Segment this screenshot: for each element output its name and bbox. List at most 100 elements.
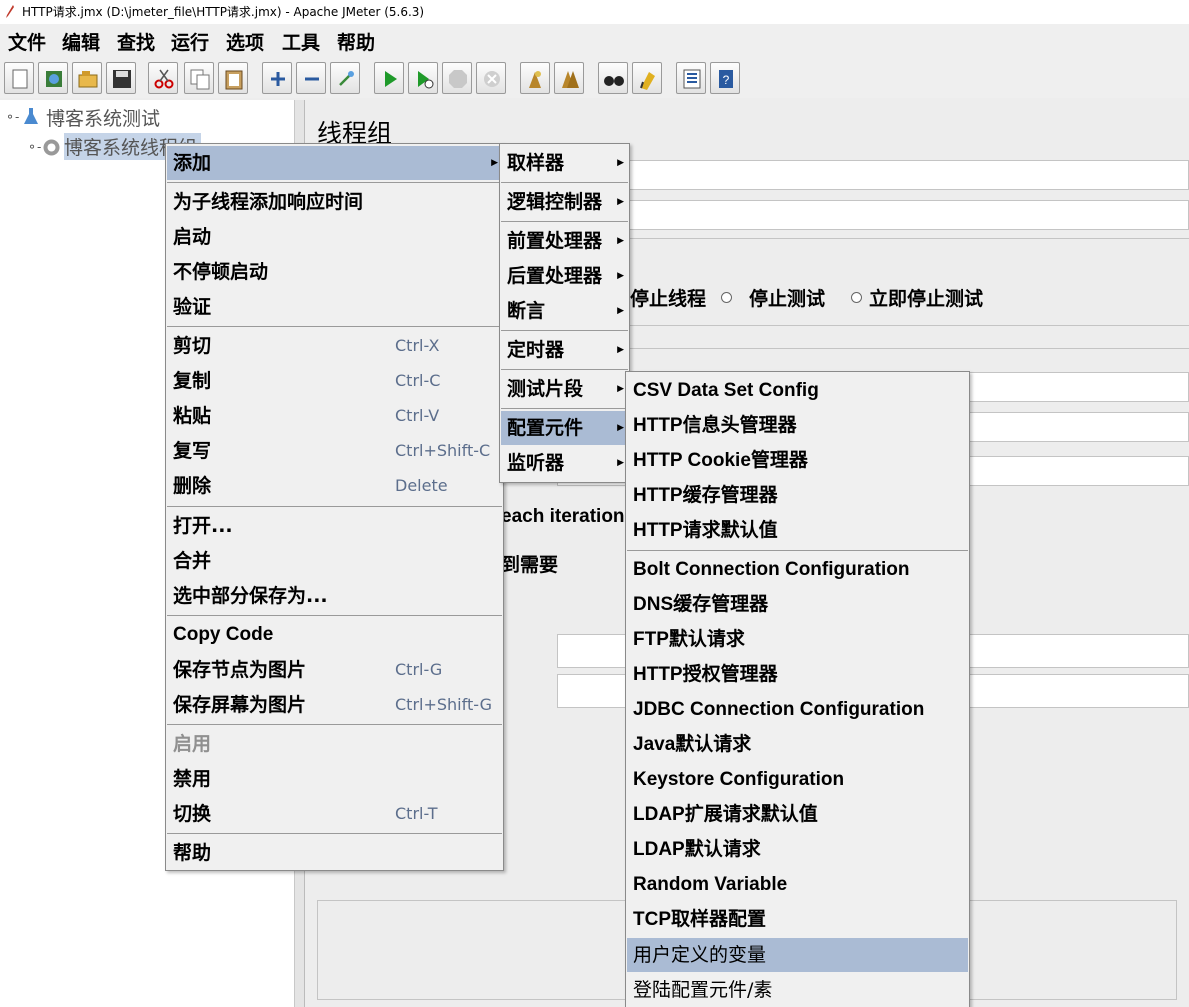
menu-delete[interactable]: 删除 Delete [167, 469, 502, 503]
menu-options[interactable]: 选项 [226, 28, 264, 55]
menu-add-think-times[interactable]: 为子线程添加响应时间 [167, 185, 502, 219]
same-user-each-iteration-label: each iteration [501, 506, 625, 527]
config-http-cache-manager[interactable]: HTTP缓存管理器 [627, 479, 968, 513]
open-button[interactable] [72, 62, 102, 94]
tree-expand-handle[interactable]: ⚬- [5, 110, 19, 124]
new-icon [12, 69, 28, 89]
reset-search-button[interactable] [632, 62, 662, 94]
menu-copy[interactable]: 复制 Ctrl-C [167, 364, 502, 398]
menu-enable: 启用 [173, 733, 212, 755]
add-submenu: 取样器 ▶ 逻辑控制器 ▶ 前置处理器 ▶ 后置处理器 ▶ 断言 ▶ 定时器 ▶ 测试片段 ▶… [499, 143, 630, 483]
copy-button[interactable] [184, 62, 214, 94]
collapse-icon [305, 77, 319, 81]
config-ldap-extended-defaults[interactable]: LDAP扩展请求默认值 [627, 798, 968, 832]
cut-icon [154, 69, 174, 89]
menu-start-no-pause[interactable]: 不停顿启动 [167, 255, 502, 289]
function-helper-button[interactable] [676, 62, 706, 94]
clear-all-button[interactable] [554, 62, 584, 94]
toggle-icon [339, 71, 354, 86]
radio-stop-test-now-label[interactable]: 立即停止测试 [869, 284, 983, 311]
menu-disable[interactable]: 禁用 [167, 762, 502, 796]
radio-stop-test-now[interactable] [851, 292, 862, 303]
svg-text:?: ? [723, 73, 730, 87]
submenu-arrow-icon: ▶ [617, 423, 624, 433]
save-icon [113, 70, 131, 88]
start-no-pause-icon [418, 71, 434, 89]
config-http-request-defaults[interactable]: HTTP请求默认值 [627, 514, 968, 548]
radio-stop-test[interactable] [721, 292, 732, 303]
stop-button[interactable] [442, 62, 472, 94]
templates-button[interactable] [38, 62, 68, 94]
shutdown-icon [484, 71, 500, 87]
config-http-header-manager[interactable]: HTTP信息头管理器 [627, 409, 968, 443]
save-button[interactable] [106, 62, 136, 94]
new-button[interactable] [4, 62, 34, 94]
submenu-sampler[interactable]: 取样器 ▶ [501, 146, 628, 180]
menu-paste[interactable]: 粘贴 Ctrl-V [167, 399, 502, 433]
config-bolt-connection[interactable]: Bolt Connection Configuration [627, 553, 968, 587]
menu-run[interactable]: 运行 [171, 28, 209, 55]
menu-validate[interactable]: 验证 [167, 290, 502, 324]
menu-help-item[interactable]: 帮助 [167, 836, 502, 870]
config-tcp-sampler-config[interactable]: TCP取样器配置 [627, 903, 968, 937]
config-keystore[interactable]: Keystore Configuration [627, 763, 968, 797]
submenu-test-fragment[interactable]: 测试片段 ▶ [501, 372, 628, 406]
config-dns-cache-manager[interactable]: DNS缓存管理器 [627, 588, 968, 622]
radio-stop-test-label[interactable]: 停止测试 [749, 284, 825, 311]
help-button[interactable]: ? [710, 62, 740, 94]
name-field[interactable] [625, 160, 1189, 190]
start-no-pause-button[interactable] [408, 62, 438, 94]
config-ldap-defaults[interactable]: LDAP默认请求 [627, 833, 968, 867]
shutdown-button[interactable] [476, 62, 506, 94]
search-button[interactable] [598, 62, 628, 94]
menu-search[interactable]: 查找 [117, 28, 155, 55]
submenu-pre-processor[interactable]: 前置处理器 ▶ [501, 224, 628, 258]
menu-merge[interactable]: 合并 [167, 544, 502, 578]
submenu-post-processor[interactable]: 后置处理器 ▶ [501, 259, 628, 293]
menu-file[interactable]: 文件 [8, 28, 46, 55]
panel-divider-3 [625, 348, 1189, 349]
menu-open[interactable]: 打开... [167, 509, 502, 543]
submenu-arrow-icon: ▶ [491, 158, 498, 168]
start-button[interactable] [374, 62, 404, 94]
menu-bar: 文件 编辑 查找 运行 选项 工具 帮助 [0, 24, 1189, 58]
config-csv-data-set[interactable]: CSV Data Set Config [627, 374, 968, 408]
tree-root-label[interactable]: 博客系统测试 [46, 104, 160, 131]
config-http-cookie-manager[interactable]: HTTP Cookie管理器 [627, 444, 968, 478]
toggle-button[interactable] [330, 62, 360, 94]
paste-button[interactable] [218, 62, 248, 94]
menu-cut[interactable]: 剪切 Ctrl-X [167, 329, 502, 363]
comment-field[interactable] [625, 200, 1189, 230]
config-random-variable[interactable]: Random Variable [627, 868, 968, 902]
config-user-defined-variables[interactable]: 用户定义的变量 [627, 938, 968, 972]
menu-copy-code[interactable]: Copy Code [167, 618, 502, 652]
submenu-assertion[interactable]: 断言 ▶ [501, 294, 628, 328]
collapse-button[interactable] [296, 62, 326, 94]
menu-edit[interactable]: 编辑 [62, 28, 100, 55]
menu-add[interactable]: 添加 ▶ [167, 146, 502, 180]
open-icon [78, 71, 98, 88]
expand-button[interactable] [262, 62, 292, 94]
cut-button[interactable] [148, 62, 178, 94]
submenu-logic-controller[interactable]: 逻辑控制器 ▶ [501, 185, 628, 219]
menu-save-screen-image[interactable]: 保存屏幕为图片 Ctrl+Shift-G [167, 688, 502, 722]
tree-child-handle[interactable]: ⚬- [27, 140, 41, 154]
submenu-listener[interactable]: 监听器 ▶ [501, 446, 628, 480]
menu-save-node-image[interactable]: 保存节点为图片 Ctrl-G [167, 653, 502, 687]
menu-tools[interactable]: 工具 [282, 28, 320, 55]
menu-start[interactable]: 启动 [167, 220, 502, 254]
radio-stop-thread-label[interactable]: 停止线程 [630, 284, 706, 311]
config-java-defaults[interactable]: Java默认请求 [627, 728, 968, 762]
config-login-config-element[interactable]: 登陆配置元件/素 [627, 973, 968, 1007]
clear-button[interactable] [520, 62, 550, 94]
menu-help[interactable]: 帮助 [337, 28, 375, 55]
menu-duplicate[interactable]: 复写 Ctrl+Shift-C [167, 434, 502, 468]
submenu-arrow-icon: ▶ [617, 197, 624, 207]
config-jdbc-connection[interactable]: JDBC Connection Configuration [627, 693, 968, 727]
menu-save-selection[interactable]: 选中部分保存为... [167, 579, 502, 613]
submenu-timer[interactable]: 定时器 ▶ [501, 333, 628, 367]
submenu-config-element[interactable]: 配置元件 ▶ [501, 411, 628, 445]
config-ftp-defaults[interactable]: FTP默认请求 [627, 623, 968, 657]
config-http-auth-manager[interactable]: HTTP授权管理器 [627, 658, 968, 692]
menu-toggle[interactable]: 切换 Ctrl-T [167, 797, 502, 831]
